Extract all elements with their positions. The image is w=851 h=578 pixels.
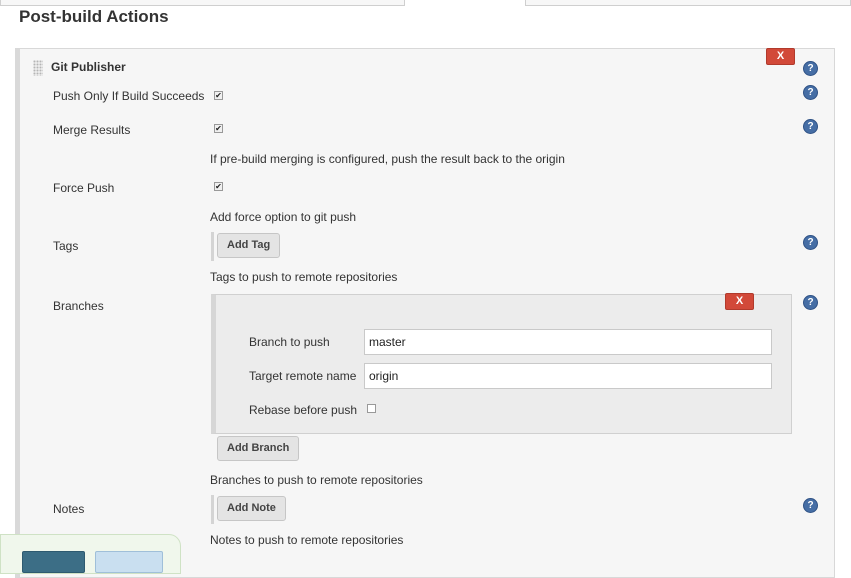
branch-to-push-label: Branch to push (249, 335, 330, 349)
drag-handle-icon[interactable] (33, 60, 43, 76)
help-icon[interactable]: ? (803, 61, 818, 76)
notes-label: Notes (53, 502, 85, 516)
tab-strip (0, 0, 851, 6)
apply-button[interactable] (95, 551, 163, 573)
notes-description: Notes to push to remote repositories (210, 533, 404, 547)
help-icon[interactable]: ? (803, 85, 818, 100)
help-icon[interactable]: ? (803, 498, 818, 513)
branches-description: Branches to push to remote repositories (210, 473, 423, 487)
rebase-label: Rebase before push (249, 403, 358, 417)
tags-description: Tags to push to remote repositories (210, 270, 398, 284)
delete-branch-button[interactable]: X (725, 293, 754, 310)
force-push-description: Add force option to git push (210, 210, 357, 224)
tab-left[interactable] (0, 0, 405, 6)
branches-label: Branches (53, 299, 104, 313)
merge-results-checkbox[interactable]: ✔ (214, 124, 223, 133)
add-branch-button[interactable]: Add Branch (217, 436, 300, 461)
add-tag-button[interactable]: Add Tag (217, 233, 281, 258)
force-push-label: Force Push (53, 181, 115, 195)
add-note-button[interactable]: Add Note (217, 496, 286, 521)
help-icon[interactable]: ? (803, 235, 818, 250)
push-only-checkbox[interactable]: ✔ (214, 91, 223, 100)
section-title: Post-build Actions (19, 7, 169, 26)
help-icon[interactable]: ? (803, 119, 818, 134)
target-remote-label: Target remote name (249, 369, 357, 383)
rebase-checkbox[interactable] (367, 404, 376, 413)
notes-bar (211, 495, 214, 524)
force-push-checkbox[interactable]: ✔ (214, 182, 223, 191)
tab-right[interactable] (525, 0, 851, 6)
save-button[interactable] (22, 551, 85, 573)
merge-results-description: If pre-build merging is configured, push… (210, 152, 565, 166)
publisher-title: Git Publisher (51, 60, 126, 74)
merge-results-label: Merge Results (53, 123, 131, 137)
target-remote-input[interactable]: origin (364, 363, 772, 389)
tags-bar (211, 232, 214, 261)
branch-to-push-input[interactable]: master (364, 329, 772, 355)
tags-label: Tags (53, 239, 79, 253)
help-icon[interactable]: ? (803, 295, 818, 310)
push-only-label: Push Only If Build Succeeds (53, 89, 205, 103)
delete-publisher-button[interactable]: X (766, 48, 795, 65)
